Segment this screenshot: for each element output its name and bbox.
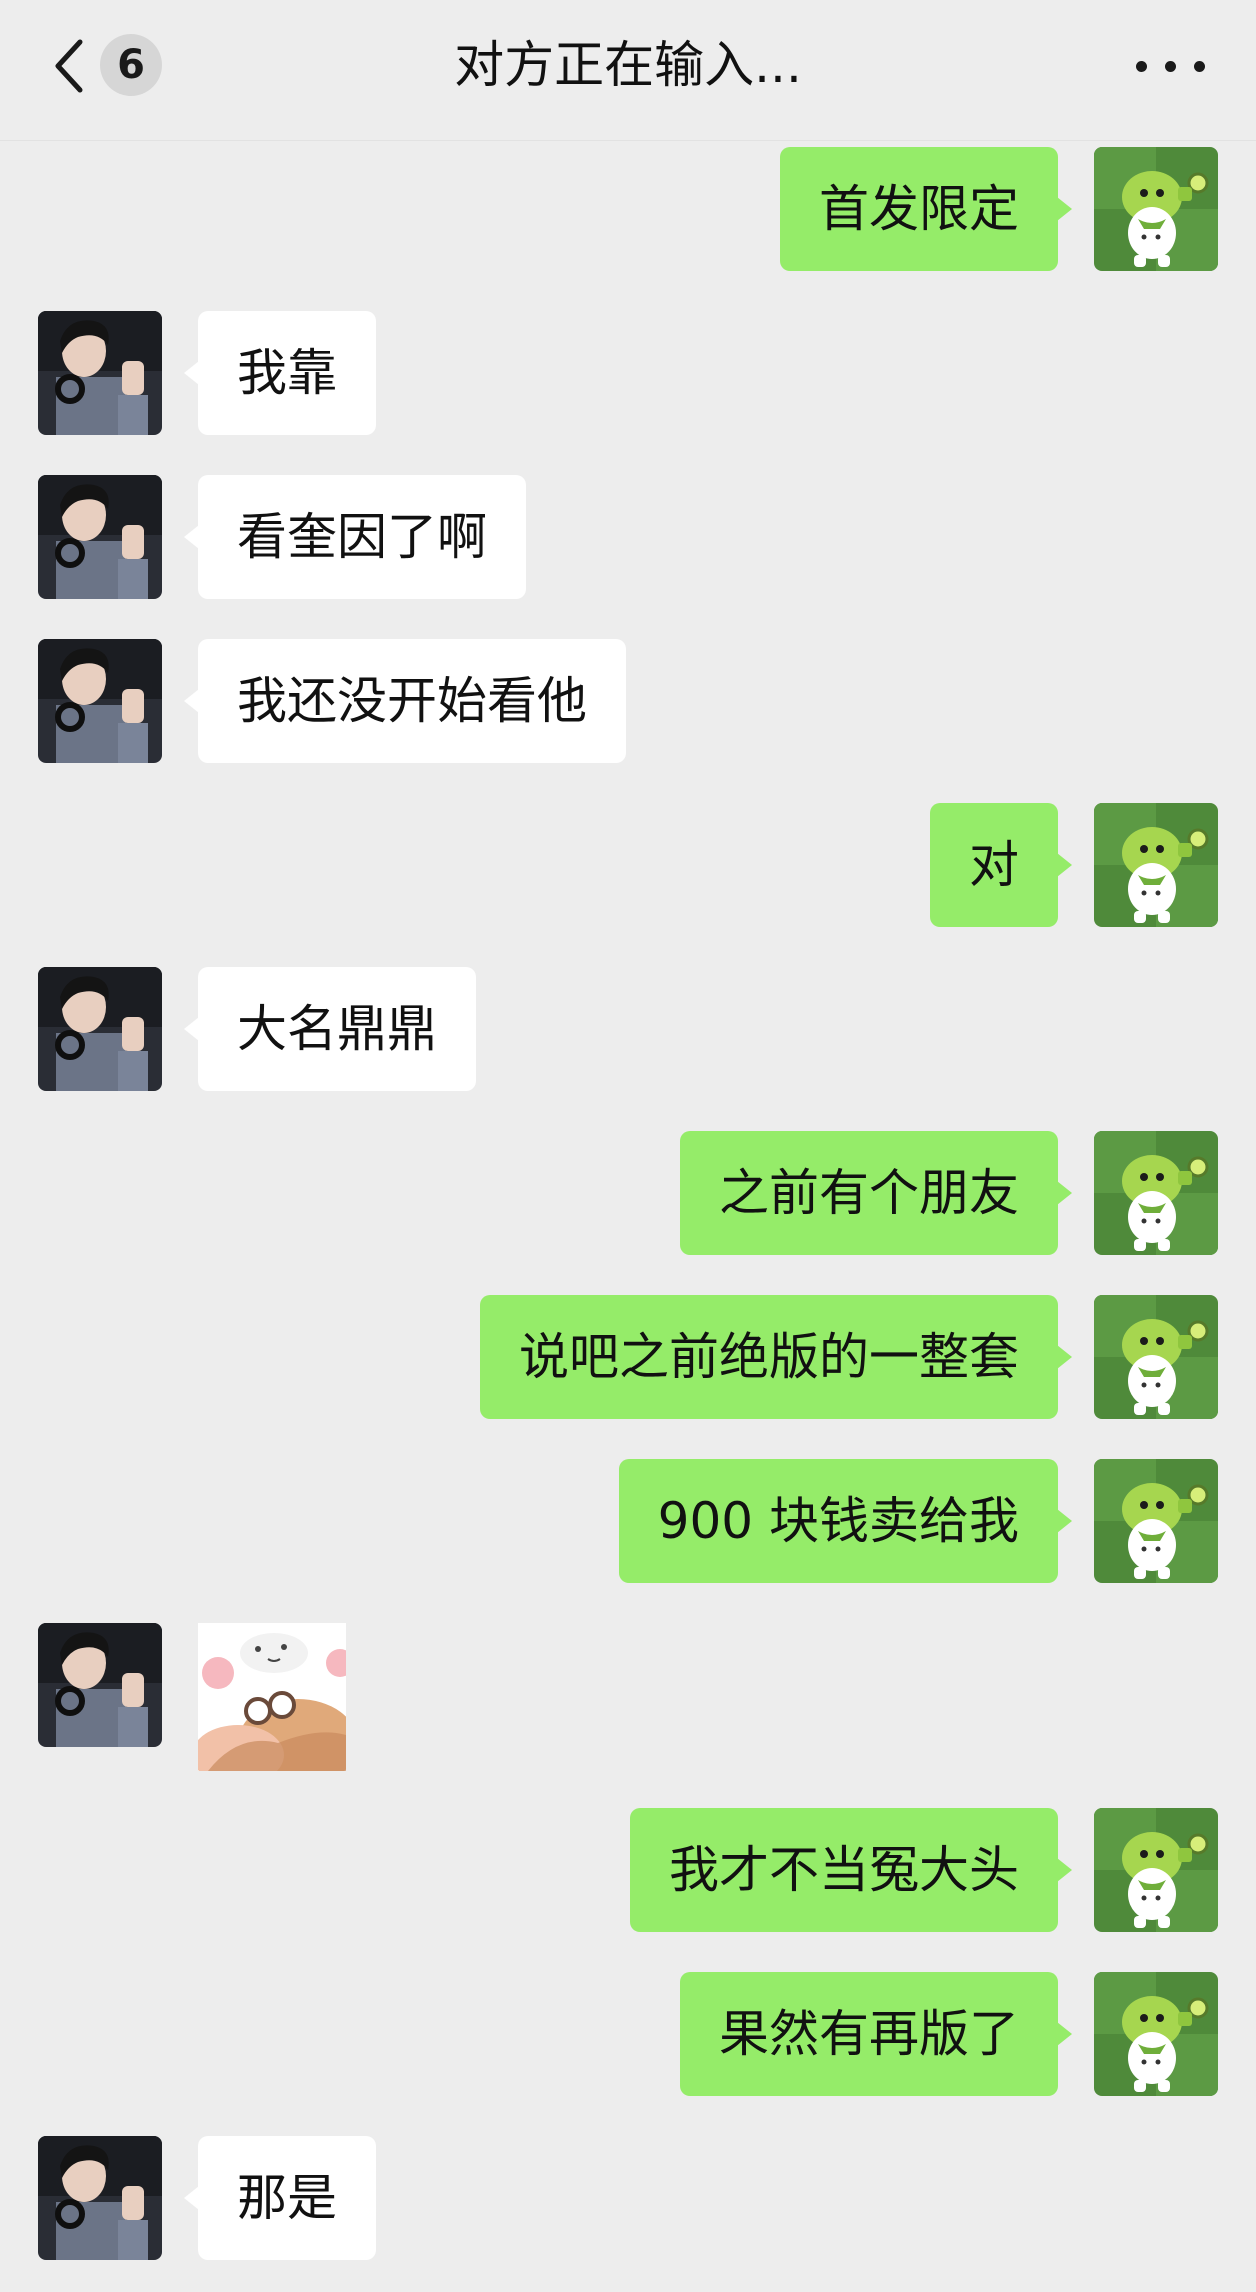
sent-message: 果然有再版了: [0, 1972, 1256, 2096]
message-bubble[interactable]: 说吧之前绝版的一整套: [480, 1295, 1072, 1419]
contact-avatar[interactable]: [38, 639, 162, 763]
sent-message: 之前有个朋友: [0, 1131, 1256, 1255]
contact-avatar[interactable]: [38, 475, 162, 599]
message-bubble[interactable]: 900 块钱卖给我: [618, 1459, 1073, 1583]
received-message: 看奎因了啊: [0, 475, 1256, 599]
sent-message: 我才不当冤大头: [0, 1808, 1256, 1932]
message-bubble[interactable]: 果然有再版了: [680, 1972, 1072, 2096]
received-message: 我还没开始看他: [0, 639, 1256, 763]
self-avatar[interactable]: [1094, 1808, 1218, 1932]
chat-header: 6 对方正在输入...: [0, 0, 1256, 141]
message-bubble[interactable]: 那是: [184, 2136, 376, 2260]
more-dots-icon: [1136, 61, 1147, 72]
more-options-button[interactable]: [1126, 45, 1216, 85]
message-bubble[interactable]: 我靠: [184, 311, 376, 435]
message-bubble[interactable]: 对: [930, 803, 1072, 927]
message-bubble[interactable]: 我还没开始看他: [184, 639, 626, 763]
sent-message: 说吧之前绝版的一整套: [0, 1295, 1256, 1419]
received-message: 那是: [0, 2136, 1256, 2260]
self-avatar[interactable]: [1094, 1295, 1218, 1419]
self-avatar[interactable]: [1094, 1459, 1218, 1583]
message-bubble[interactable]: 之前有个朋友: [680, 1131, 1072, 1255]
self-avatar[interactable]: [1094, 1972, 1218, 2096]
message-bubble[interactable]: 我才不当冤大头: [630, 1808, 1072, 1932]
message-bubble[interactable]: 大名鼎鼎: [184, 967, 476, 1091]
contact-avatar[interactable]: [38, 311, 162, 435]
sticker-image[interactable]: [198, 1623, 346, 1771]
contact-avatar[interactable]: [38, 967, 162, 1091]
chat-title: 对方正在输入...: [454, 36, 802, 94]
message-bubble[interactable]: 首发限定: [780, 147, 1072, 271]
received-message: 我靠: [0, 311, 1256, 435]
sent-message: 对: [0, 803, 1256, 927]
self-avatar[interactable]: [1094, 1131, 1218, 1255]
received-message: 大名鼎鼎: [0, 967, 1256, 1091]
contact-avatar[interactable]: [38, 1623, 162, 1747]
sent-message: 900 块钱卖给我: [0, 1459, 1256, 1583]
received-message: [0, 1623, 1256, 1771]
sent-message: 首发限定: [0, 147, 1256, 271]
contact-avatar[interactable]: [38, 2136, 162, 2260]
self-avatar[interactable]: [1094, 803, 1218, 927]
message-bubble[interactable]: 看奎因了啊: [184, 475, 526, 599]
self-avatar[interactable]: [1094, 147, 1218, 271]
